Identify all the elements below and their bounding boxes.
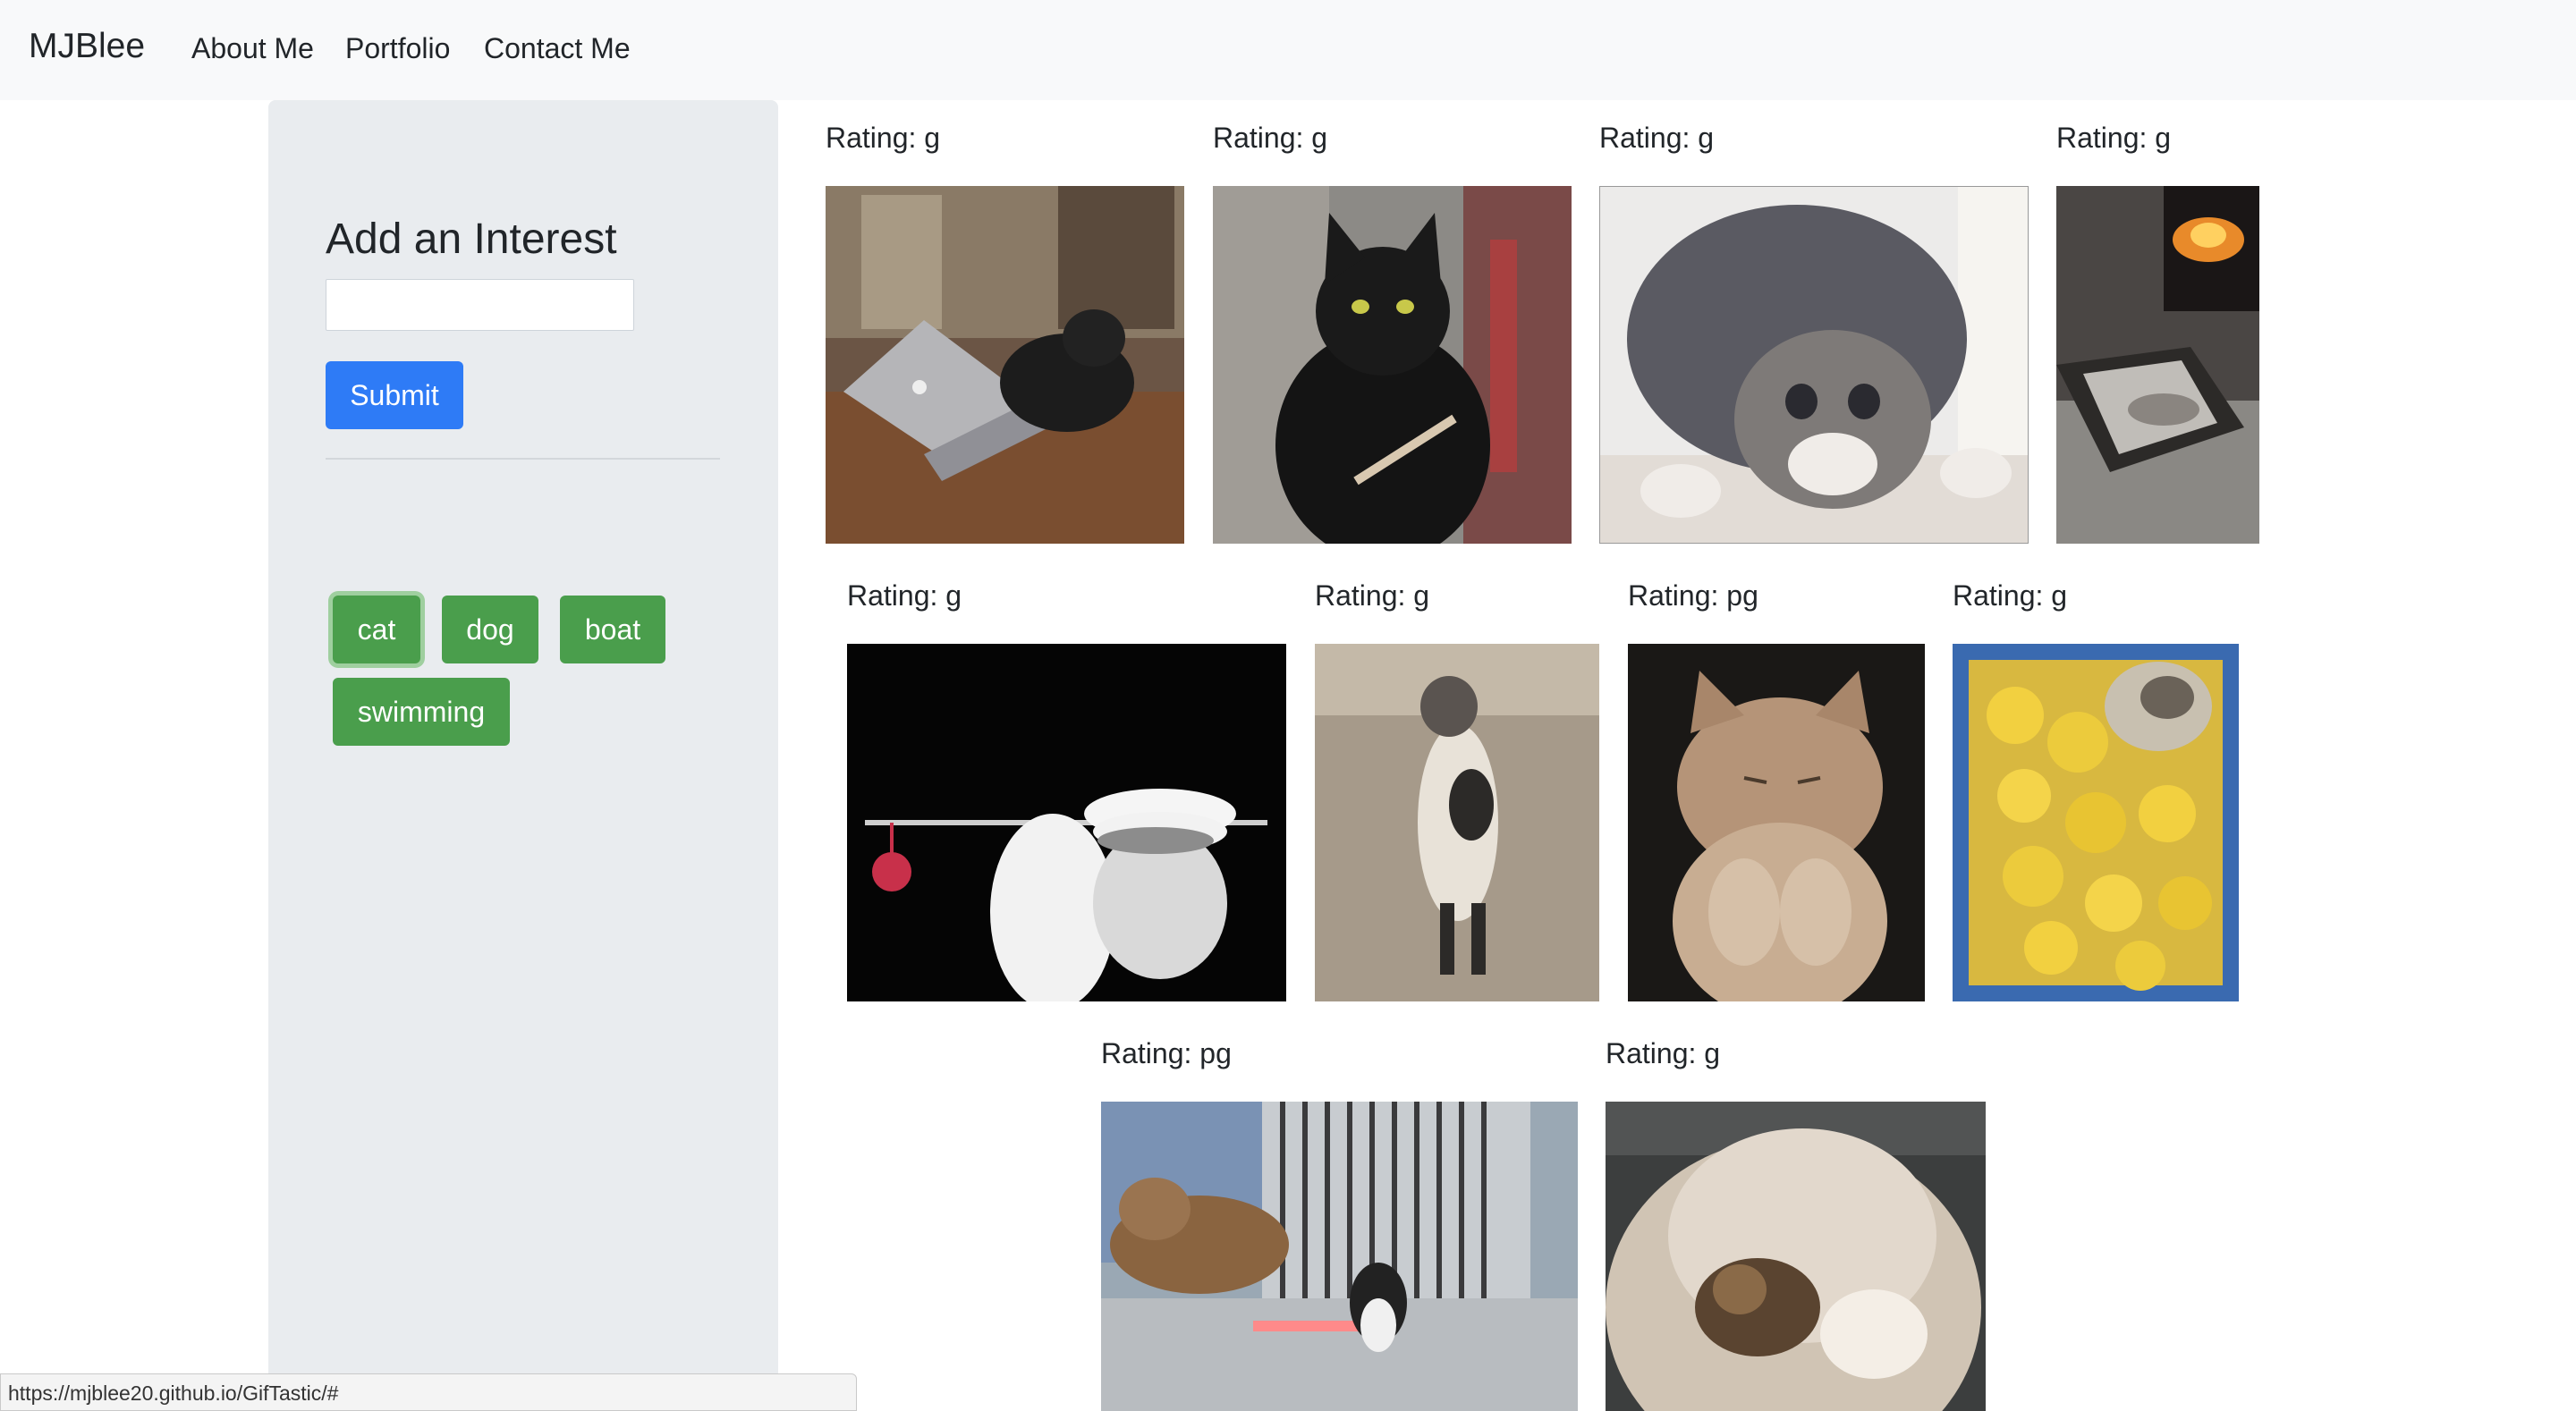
cat-bucket-gif bbox=[847, 644, 1286, 1001]
gif-rating: Rating: g bbox=[1953, 579, 2068, 612]
brand-link[interactable]: MJBlee bbox=[29, 27, 145, 66]
gif-image[interactable] bbox=[2056, 186, 2259, 544]
cat-crouching-gif bbox=[1600, 187, 2028, 543]
gif-rating: Rating: pg bbox=[1628, 579, 1758, 612]
topic-button-swimming[interactable]: swimming bbox=[333, 678, 510, 746]
browser-status-bar: https://mjblee20.github.io/GifTastic/# bbox=[0, 1373, 857, 1411]
gif-rating: Rating: pg bbox=[1101, 1037, 1232, 1069]
divider bbox=[326, 458, 720, 460]
topic-button-boat[interactable]: boat bbox=[560, 596, 665, 663]
cat-ducklings-gif bbox=[1953, 644, 2239, 1001]
interest-input[interactable] bbox=[326, 279, 634, 331]
gif-rating: Rating: g bbox=[826, 122, 941, 154]
cat-nailfile-gif bbox=[1213, 186, 1572, 544]
gif-rating: Rating: g bbox=[847, 579, 962, 612]
topic-button-dog[interactable]: dog bbox=[442, 596, 538, 663]
gif-image[interactable] bbox=[1628, 644, 1925, 1001]
sidebar: Add an Interest Submit cat dog boat swim… bbox=[268, 100, 778, 1411]
submit-button[interactable]: Submit bbox=[326, 361, 463, 429]
nav-portfolio[interactable]: Portfolio bbox=[345, 32, 450, 65]
navbar: MJBlee About Me Portfolio Contact Me bbox=[0, 0, 2576, 100]
gif-image[interactable] bbox=[847, 644, 1286, 1001]
gif-image[interactable] bbox=[1599, 186, 2029, 544]
gif-image[interactable] bbox=[1213, 186, 1572, 544]
gif-image[interactable] bbox=[1953, 644, 2239, 1001]
gif-image[interactable] bbox=[826, 186, 1184, 544]
gif-image[interactable] bbox=[1606, 1102, 1986, 1411]
fluffy-cat-gif bbox=[1606, 1102, 1986, 1411]
dog-cat-lightsaber-gif bbox=[1101, 1102, 1578, 1411]
gif-image[interactable] bbox=[1315, 644, 1599, 1001]
nav-contact-me[interactable]: Contact Me bbox=[484, 32, 631, 65]
cat-standing-beach-gif bbox=[1315, 644, 1599, 1001]
topic-button-cat[interactable]: cat bbox=[333, 596, 420, 663]
gif-rating: Rating: g bbox=[1213, 122, 1328, 154]
gif-rating: Rating: g bbox=[1606, 1037, 1721, 1069]
gif-rating: Rating: g bbox=[1599, 122, 1715, 154]
kitten-praying-gif bbox=[1628, 644, 1925, 1001]
cat-bed-fireplace-gif bbox=[2056, 186, 2259, 544]
gif-image[interactable] bbox=[1101, 1102, 1578, 1411]
sidebar-title: Add an Interest bbox=[326, 215, 617, 263]
cat-laptop-gif bbox=[826, 186, 1184, 544]
gif-rating: Rating: g bbox=[2056, 122, 2172, 154]
gif-rating: Rating: g bbox=[1315, 579, 1430, 612]
nav-about-me[interactable]: About Me bbox=[191, 32, 314, 65]
